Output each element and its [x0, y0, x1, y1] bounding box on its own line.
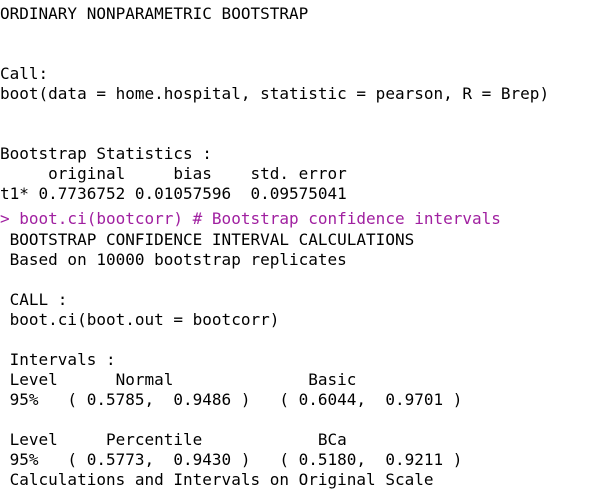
- stats-columns: original bias std. error: [0, 164, 347, 183]
- intervals-label: Intervals :: [0, 350, 116, 369]
- stats-label: Bootstrap Statistics :: [0, 144, 212, 163]
- ci-title: BOOTSTRAP CONFIDENCE INTERVAL CALCULATIO…: [0, 230, 415, 249]
- stats-row: t1* 0.7736752 0.01057596 0.09575041: [0, 184, 347, 203]
- bootstrap-header: ORDINARY NONPARAMETRIC BOOTSTRAP: [0, 4, 309, 23]
- ci-call-text: boot.ci(boot.out = bootcorr): [0, 310, 280, 329]
- intervals-row2-header: Level Percentile BCa: [0, 430, 347, 449]
- intervals-row1-header: Level Normal Basic: [0, 370, 357, 389]
- ci-replicates: Based on 10000 bootstrap replicates: [0, 250, 347, 269]
- ci-footer: Calculations and Intervals on Original S…: [0, 470, 434, 489]
- intervals-row2-values: 95% ( 0.5773, 0.9430 ) ( 0.5180, 0.9211 …: [0, 450, 463, 469]
- command-line: > boot.ci(bootcorr) # Bootstrap confiden…: [0, 209, 501, 228]
- r-console-output[interactable]: ORDINARY NONPARAMETRIC BOOTSTRAP Call: b…: [0, 0, 591, 501]
- ci-call-label: CALL :: [0, 290, 68, 309]
- intervals-row1-values: 95% ( 0.5785, 0.9486 ) ( 0.6044, 0.9701 …: [0, 390, 463, 409]
- call-label: Call:: [0, 64, 49, 83]
- call-text: boot(data = home.hospital, statistic = p…: [0, 84, 550, 103]
